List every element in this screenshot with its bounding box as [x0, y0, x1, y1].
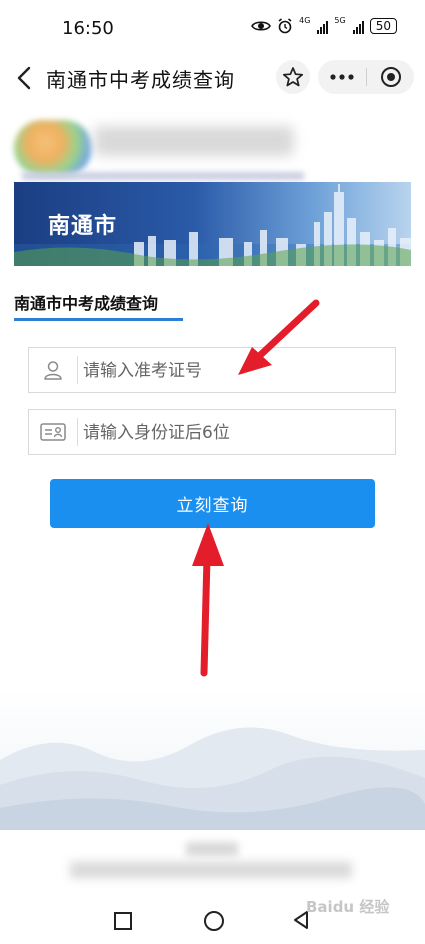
star-icon [282, 67, 304, 87]
status-bar: 16:50 4G 5G 50 [0, 0, 425, 56]
recent-apps-icon[interactable] [114, 912, 132, 930]
org-name-blurred [94, 126, 294, 156]
network-5g-label: 5G [334, 15, 346, 25]
field-divider [77, 356, 78, 384]
id-card-input[interactable] [81, 416, 385, 450]
footer-text-blurred [70, 862, 352, 878]
footer-text-blurred [186, 842, 238, 856]
status-icons: 4G 5G 50 [251, 15, 397, 34]
user-icon-wrap [29, 348, 77, 392]
annotation-arrow-icon [192, 523, 224, 677]
favorite-button[interactable] [276, 60, 310, 94]
id-card-icon [40, 423, 66, 441]
city-banner: 南通市 [14, 182, 411, 266]
watermark-text: Baidu 经验 [306, 898, 390, 916]
signal-icon [317, 18, 329, 34]
banner-city-name: 南通市 [48, 214, 118, 239]
menu-capsule [318, 60, 414, 94]
battery-icon: 50 [369, 18, 397, 34]
tab-score-query[interactable]: 南通市中考成绩查询 [14, 290, 158, 314]
home-icon[interactable] [204, 911, 224, 931]
field-divider [77, 418, 78, 446]
id-card-field [28, 409, 396, 455]
user-icon [44, 361, 62, 380]
id-card-icon-wrap [29, 410, 77, 454]
more-button[interactable] [318, 60, 366, 94]
more-icon [330, 74, 354, 80]
org-logo [14, 120, 92, 176]
tab-active-indicator [14, 318, 183, 321]
footer-mountains-illustration [0, 690, 425, 830]
back-arrow-icon[interactable] [12, 62, 40, 94]
status-time: 16:50 [62, 18, 114, 39]
alarm-icon [278, 18, 292, 34]
header-line-blurred [22, 172, 304, 180]
exam-number-field [28, 347, 396, 393]
target-icon [380, 67, 401, 87]
network-4g-label: 4G [299, 15, 311, 25]
nav-bar: 南通市中考成绩查询 [0, 56, 425, 100]
close-miniapp-button[interactable] [367, 60, 414, 94]
signal-icon [352, 18, 364, 34]
annotation-arrow-icon [238, 299, 320, 375]
eye-icon [251, 21, 272, 31]
blurred-org-header [14, 112, 304, 184]
page-title: 南通市中考成绩查询 [46, 68, 235, 92]
